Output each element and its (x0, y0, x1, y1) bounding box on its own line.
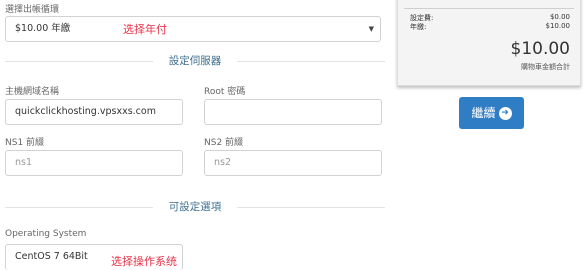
continue-button[interactable]: 繼續 ➜ (459, 97, 524, 129)
continue-button-label: 繼續 (471, 106, 496, 120)
root-password-label: Root 密碼 (204, 87, 246, 97)
root-password-input[interactable] (204, 99, 382, 125)
setup-fee-value: $0.00 (549, 13, 570, 21)
billing-cycle-select[interactable]: $10.00 年繳 ▼ (5, 16, 381, 42)
order-total: $10.00 (510, 39, 570, 59)
setup-fee-label: 設定費: (410, 14, 434, 22)
chevron-down-icon: ▼ (368, 25, 374, 33)
annual-label: 年繳: (410, 23, 427, 31)
summary-annual-row: 年繳: $10.00 (410, 22, 570, 32)
ns2-label: NS2 前綴 (204, 138, 244, 148)
arrow-circle-right-icon: ➜ (498, 107, 512, 120)
server-section-header: 設定伺服器 (0, 54, 390, 68)
options-section-title: 可設定選項 (168, 201, 222, 213)
hostname-label: 主機網域名稱 (5, 87, 60, 97)
annual-value: $10.00 (545, 22, 571, 30)
order-summary-panel: 設定費: $0.00 年繳: $10.00 $10.00 購物車金額合計 (397, 0, 581, 86)
os-label: Operating System (5, 229, 87, 239)
os-annotation: 选择操作系统 (111, 255, 177, 268)
billing-cycle-value: $10.00 年繳 (15, 23, 71, 34)
ns1-label: NS1 前綴 (5, 138, 45, 148)
ns2-input[interactable]: ns2 (204, 150, 382, 176)
os-value: CentOS 7 64Bit (15, 251, 88, 262)
billing-annotation: 选择年付 (123, 23, 167, 36)
ns1-input[interactable]: ns1 (5, 150, 183, 176)
server-section-title: 設定伺服器 (168, 55, 222, 67)
hostname-input[interactable]: quickclickhosting.vpsxxs.com (5, 99, 183, 125)
billing-cycle-label: 選擇出帳循環 (5, 5, 60, 15)
summary-divider (404, 8, 574, 9)
options-section-header: 可設定選項 (0, 200, 390, 214)
order-total-note: 購物車金額合計 (521, 63, 570, 71)
